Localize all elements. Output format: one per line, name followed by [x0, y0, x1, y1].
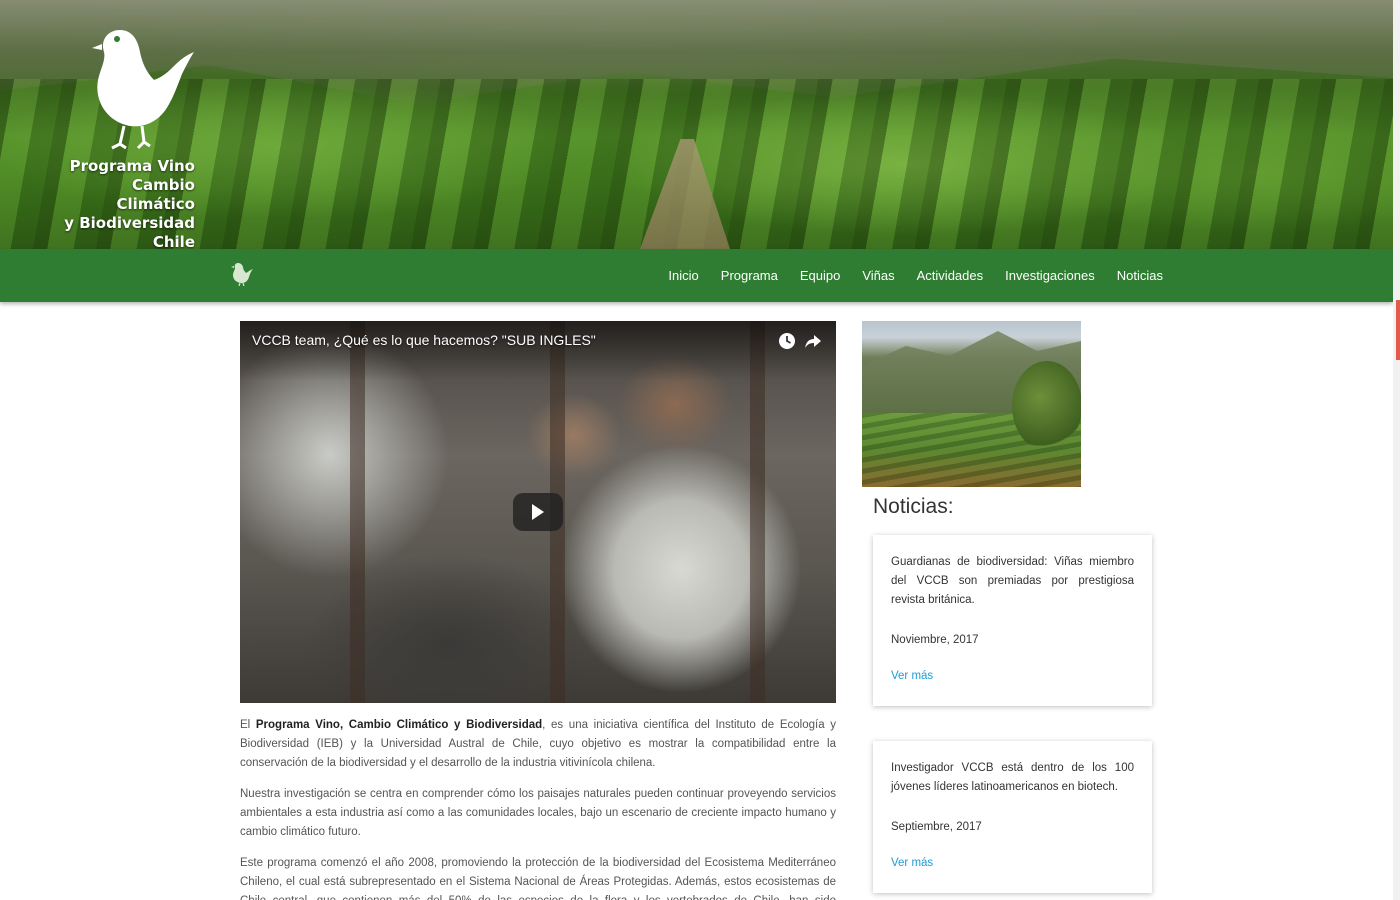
play-icon — [532, 504, 544, 520]
nav-item-actividades[interactable]: Actividades — [917, 268, 983, 283]
logo-line: y Biodiversidad — [64, 214, 195, 232]
page-scrollbar[interactable] — [1393, 0, 1400, 900]
article-paragraph-1: El Programa Vino, Cambio Climático y Bio… — [240, 716, 836, 773]
news-title: Investigador VCCB está dentro de los 100… — [891, 762, 1134, 793]
nav-item-equipo[interactable]: Equipo — [800, 268, 840, 283]
news-read-more-link[interactable]: Ver más — [891, 857, 933, 869]
bird-logo-icon[interactable] — [90, 22, 195, 152]
share-icon[interactable] — [804, 332, 822, 350]
news-heading: Noticias: — [873, 495, 954, 518]
nav-item-inicio[interactable]: Inicio — [668, 268, 698, 283]
photo-tree — [1012, 361, 1081, 451]
nav-item-programa[interactable]: Programa — [721, 268, 778, 283]
video-title[interactable]: VCCB team, ¿Qué es lo que hacemos? "SUB … — [252, 332, 596, 348]
news-card: Investigador VCCB está dentro de los 100… — [873, 741, 1152, 893]
scrollbar-thumb[interactable] — [1396, 300, 1400, 360]
header-banner: Programa Vino Cambio Climático y Biodive… — [0, 0, 1393, 249]
logo-wordmark[interactable]: Programa Vino Cambio Climático y Biodive… — [60, 157, 195, 249]
nav-menu: Inicio Programa Equipo Viñas Actividades… — [646, 249, 1163, 302]
watch-later-icon[interactable] — [778, 332, 796, 350]
video-top-shade — [240, 321, 836, 381]
main-navbar: Inicio Programa Equipo Viñas Actividades… — [0, 249, 1393, 302]
article-paragraph-3: Este programa comenzó el año 2008, promo… — [240, 857, 836, 900]
bird-logo-small-icon[interactable] — [230, 260, 254, 286]
logo-line: Programa Vino — [69, 157, 195, 175]
logo-line: Chile — [152, 233, 195, 249]
news-read-more-link[interactable]: Ver más — [891, 670, 933, 682]
intro-article: El Programa Vino, Cambio Climático y Bio… — [240, 716, 836, 900]
news-date: Noviembre, 2017 — [891, 634, 979, 646]
article-text: El — [240, 719, 256, 731]
news-card: Guardianas de biodiversidad: Viñas miemb… — [873, 535, 1152, 706]
play-button[interactable] — [513, 493, 563, 531]
nav-item-investigaciones[interactable]: Investigaciones — [1005, 268, 1095, 283]
article-paragraph-2: Nuestra investigación se centra en compr… — [240, 788, 836, 838]
nav-item-vinas[interactable]: Viñas — [862, 268, 894, 283]
program-name: Programa Vino, Cambio Climático y Biodiv… — [255, 719, 543, 731]
nav-item-noticias[interactable]: Noticias — [1117, 268, 1163, 283]
logo-line: Cambio Climático — [116, 176, 195, 213]
news-title: Guardianas de biodiversidad: Viñas miemb… — [891, 556, 1134, 606]
news-date: Septiembre, 2017 — [891, 821, 982, 833]
vineyard-photo — [862, 321, 1081, 487]
video-player[interactable]: VCCB team, ¿Qué es lo que hacemos? "SUB … — [240, 321, 836, 703]
